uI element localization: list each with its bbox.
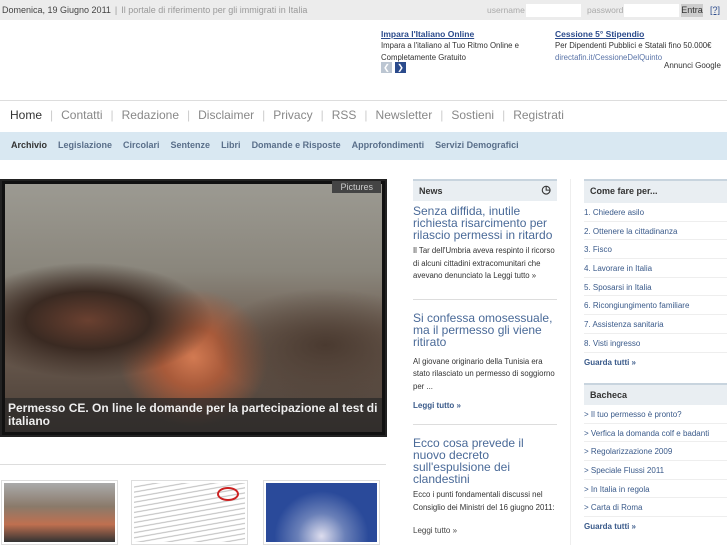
ad-1[interactable]: Impara l'Italiano Online Impara a l'ital… xyxy=(381,28,531,64)
list-item[interactable]: 6. Ricongiungimento familiare xyxy=(584,296,727,316)
subnav-item[interactable]: Libri xyxy=(221,140,241,150)
list-item[interactable]: 5. Sposarsi in Italia xyxy=(584,278,727,297)
come-fare-list: 1. Chiedere asilo 2. Ottenere la cittadin… xyxy=(584,203,727,371)
news-item-text: Ecco i punti fondamentali discussi nel C… xyxy=(413,490,555,512)
ad-prev-button[interactable]: ❮ xyxy=(381,62,392,73)
nav-item-home[interactable]: Home xyxy=(10,108,42,122)
list-item[interactable]: 1. Chiedere asilo xyxy=(584,203,727,222)
list-item[interactable]: 3. Fisco xyxy=(584,240,727,260)
nav-separator: | xyxy=(364,108,368,122)
nav-separator: | xyxy=(502,108,506,122)
ad-title[interactable]: Cessione 5° Stipendio xyxy=(555,28,727,40)
subnav-item[interactable]: Domande e Risposte xyxy=(252,140,341,150)
nav-separator: | xyxy=(440,108,444,122)
sub-nav: Archivio Legislazione Circolari Sentenze Lib… xyxy=(0,132,727,160)
list-item[interactable]: 4. Lavorare in Italia xyxy=(584,259,727,278)
nav-separator: | xyxy=(50,108,54,122)
list-item[interactable]: 7. Assistenza sanitaria xyxy=(584,315,727,334)
nav-item-sostieni[interactable]: Sostieni xyxy=(451,108,494,122)
news-box: News ◷ Senza diffida, inutile richiesta r… xyxy=(413,179,557,535)
list-item[interactable]: > In Italia in regola xyxy=(584,480,727,499)
nav-item-disclaimer[interactable]: Disclaimer xyxy=(198,108,254,122)
date: Domenica, 19 Giugno 2011 xyxy=(2,5,111,15)
ad-text: Per Dipendenti Pubblici e Statali fino 5… xyxy=(555,41,712,50)
news-item-text: Al giovane originario della Tunisia era … xyxy=(413,356,555,391)
column-divider xyxy=(570,179,571,545)
password-input[interactable] xyxy=(624,4,679,17)
subnav-item[interactable]: Approfondimenti xyxy=(352,140,425,150)
nav-separator: | xyxy=(110,108,114,122)
come-fare-title: Come fare per... xyxy=(584,179,727,203)
list-item[interactable]: > Speciale Flussi 2011 xyxy=(584,461,727,480)
bacheca-list: > Il tuo permesso è pronto? > Verfica la … xyxy=(584,405,727,536)
divider xyxy=(413,424,557,425)
subnav-item[interactable]: Sentenze xyxy=(171,140,211,150)
thumbnail[interactable] xyxy=(263,480,380,545)
date-tagline: Domenica, 19 Giugno 2011 | Il portale di r… xyxy=(2,5,308,15)
divider xyxy=(0,464,386,465)
username-label: username xyxy=(487,5,525,15)
nav-separator: | xyxy=(320,108,324,122)
subnav-item[interactable]: Legislazione xyxy=(58,140,112,150)
subnav-item[interactable]: Servizi Demografici xyxy=(435,140,519,150)
bacheca-box: Bacheca > Il tuo permesso è pronto? > Ver… xyxy=(584,383,727,536)
news-item-text: Il Tar dell'Umbria aveva respinto il ric… xyxy=(413,246,555,280)
pictures-badge: Pictures xyxy=(332,181,381,193)
read-more-link[interactable]: Leggi tutto » xyxy=(413,526,557,535)
news-title: News xyxy=(419,186,443,196)
nav-separator: | xyxy=(262,108,266,122)
thumbnail[interactable] xyxy=(1,480,118,545)
ad-next-button[interactable]: ❯ xyxy=(395,62,406,73)
see-all-link[interactable]: Guarda tutti » xyxy=(584,353,727,372)
news-item-title[interactable]: Senza diffida, inutile richiesta risarci… xyxy=(413,205,557,241)
nav-item-redazione[interactable]: Redazione xyxy=(122,108,179,122)
ad-text: Impara a l'italiano al Tuo Ritmo Online … xyxy=(381,41,520,62)
featured-slideshow[interactable]: Pictures Permesso CE. On line le domande… xyxy=(0,179,387,437)
see-all-link[interactable]: Guarda tutti » xyxy=(584,517,727,536)
ad-title[interactable]: Impara l'Italiano Online xyxy=(381,28,531,40)
list-item[interactable]: 2. Ottenere la cittadinanza xyxy=(584,222,727,241)
read-more-link[interactable]: Leggi tutto » xyxy=(413,401,557,410)
nav-separator: | xyxy=(187,108,191,122)
bacheca-title: Bacheca xyxy=(584,383,727,405)
news-item: Senza diffida, inutile richiesta risarci… xyxy=(413,205,557,283)
news-item-title[interactable]: Si confessa omosessuale, ma il permesso … xyxy=(413,312,557,348)
news-item-title[interactable]: Ecco cosa prevede il nuovo decreto sull'… xyxy=(413,437,557,485)
featured-caption[interactable]: Permesso CE. On line le domande per la p… xyxy=(5,398,382,432)
login-button[interactable]: Entra xyxy=(681,4,703,17)
list-item[interactable]: > Verfica la domanda colf e badanti xyxy=(584,424,727,443)
list-item[interactable]: 8. Visti ingresso xyxy=(584,334,727,353)
top-bar: Domenica, 19 Giugno 2011 | Il portale di r… xyxy=(0,0,727,20)
nav-item-contatti[interactable]: Contatti xyxy=(61,108,102,122)
thumbnail[interactable] xyxy=(131,480,248,545)
ad-2[interactable]: Cessione 5° Stipendio Per Dipendenti Pub… xyxy=(555,28,727,64)
username-input[interactable] xyxy=(526,4,581,17)
list-item[interactable]: > Regolarizzazione 2009 xyxy=(584,442,727,462)
tagline: Il portale di riferimento per gli immigr… xyxy=(121,5,308,15)
ad-url[interactable]: directafin.it/CessioneDelQuinto xyxy=(555,53,662,62)
news-header: News ◷ xyxy=(413,179,557,201)
come-fare-box: Come fare per... 1. Chiedere asilo 2. Ott… xyxy=(584,179,727,371)
divider xyxy=(413,298,557,300)
password-label: password xyxy=(587,5,624,15)
clock-icon: ◷ xyxy=(541,184,551,196)
news-item: Ecco cosa prevede il nuovo decreto sull'… xyxy=(413,437,557,535)
news-item: Si confessa omosessuale, ma il permesso … xyxy=(413,312,557,411)
subnav-item[interactable]: Circolari xyxy=(123,140,160,150)
nav-item-newsletter[interactable]: Newsletter xyxy=(376,108,433,122)
ads-label[interactable]: Annunci Google xyxy=(664,61,721,70)
main-nav: Home | Contatti | Redazione | Disclaimer | Priva… xyxy=(0,100,727,132)
list-item[interactable]: > Il tuo permesso è pronto? xyxy=(584,405,727,424)
help-link[interactable]: [?] xyxy=(710,5,720,15)
subnav-item[interactable]: Archivio xyxy=(11,140,47,150)
list-item[interactable]: > Carta di Roma xyxy=(584,498,727,518)
nav-item-registrati[interactable]: Registrati xyxy=(513,108,564,122)
nav-item-rss[interactable]: RSS xyxy=(332,108,357,122)
featured-image[interactable] xyxy=(5,184,382,432)
nav-item-privacy[interactable]: Privacy xyxy=(273,108,312,122)
